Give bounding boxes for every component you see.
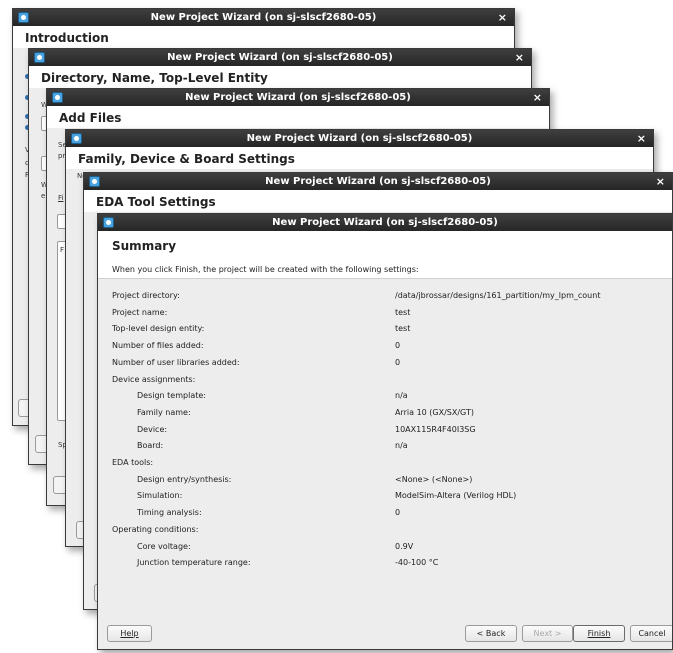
- summary-row-label: Simulation:: [137, 491, 183, 501]
- summary-intro: When you click Finish, the project will …: [112, 265, 419, 274]
- back-button[interactable]: < Back: [465, 625, 517, 642]
- summary-row: Operating conditions:: [112, 525, 652, 540]
- summary-row: Junction temperature range: -40-100 °C: [112, 558, 652, 573]
- close-icon[interactable]: ×: [637, 130, 646, 147]
- window-title: New Project Wizard (on sj-slscf2680-05): [185, 92, 411, 103]
- page-title: Summary: [112, 239, 177, 253]
- wizard-window-summary: New Project Wizard (on sj-slscf2680-05) …: [97, 213, 673, 650]
- back-button-label: < Back: [476, 629, 506, 638]
- summary-row: Timing analysis: 0: [112, 508, 652, 523]
- window-titlebar[interactable]: New Project Wizard (on sj-slscf2680-05) …: [47, 89, 549, 106]
- window-title: New Project Wizard (on sj-slscf2680-05): [150, 12, 377, 23]
- window-title: New Project Wizard (on sj-slscf2680-05): [246, 133, 473, 144]
- app-icon: [103, 217, 114, 228]
- summary-row-value: 0: [395, 341, 401, 351]
- next-button[interactable]: Next >: [522, 625, 573, 642]
- summary-row: Project name: test: [112, 308, 652, 323]
- page-heading: Add Files: [47, 106, 549, 128]
- summary-row-label: Project name:: [112, 307, 168, 317]
- summary-row-label: Project directory:: [112, 291, 180, 300]
- summary-row: Simulation: ModelSim-Altera (Verilog HDL): [112, 491, 652, 506]
- summary-row: EDA tools:: [112, 458, 652, 473]
- summary-row: Number of files added: 0: [112, 341, 652, 356]
- cancel-button[interactable]: Cancel: [630, 625, 672, 642]
- window-title: New Project Wizard (on sj-slscf2680-05): [272, 217, 498, 228]
- summary-row-label: Family name:: [137, 407, 191, 417]
- summary-row-label: Top-level design entity:: [112, 324, 205, 334]
- peek-text: Fi: [58, 194, 64, 202]
- summary-row: Number of user libraries added: 0: [112, 358, 652, 373]
- summary-row-value: 0: [395, 357, 401, 367]
- summary-row-value: test: [395, 324, 411, 334]
- peek-text: e: [41, 192, 46, 200]
- close-icon[interactable]: ×: [656, 173, 665, 190]
- summary-row-value: Arria 10 (GX/SX/GT): [395, 407, 474, 417]
- peek-text: F: [60, 246, 65, 254]
- summary-row-label: Junction temperature range:: [137, 558, 251, 568]
- summary-row-label: Device:: [137, 424, 168, 434]
- window-titlebar[interactable]: New Project Wizard (on sj-slscf2680-05): [98, 214, 672, 231]
- page-heading: Introduction: [13, 26, 514, 48]
- summary-row-value: 0.9V: [395, 541, 414, 551]
- summary-row-label: EDA tools:: [112, 458, 154, 467]
- summary-row: Design template: n/a: [112, 391, 652, 406]
- summary-row-label: Timing analysis:: [137, 508, 202, 518]
- window-titlebar[interactable]: New Project Wizard (on sj-slscf2680-05) …: [84, 173, 672, 190]
- page-heading: EDA Tool Settings: [84, 190, 672, 212]
- finish-button[interactable]: Finish: [573, 625, 625, 642]
- summary-row-value: test: [395, 307, 411, 317]
- summary-row-label: Design template:: [137, 391, 206, 401]
- window-title: New Project Wizard (on sj-slscf2680-05): [167, 52, 393, 63]
- help-button[interactable]: Help: [107, 625, 152, 642]
- help-button-label: Help: [120, 629, 139, 638]
- summary-row-label: Board:: [137, 441, 164, 451]
- summary-row-value: n/a: [395, 391, 408, 401]
- summary-row: Design entry/synthesis: <None> (<None>): [112, 475, 652, 490]
- next-button-label: Next >: [533, 629, 562, 638]
- close-icon[interactable]: ×: [515, 49, 524, 66]
- summary-row: Board: n/a: [112, 441, 652, 456]
- window-titlebar[interactable]: New Project Wizard (on sj-slscf2680-05) …: [13, 9, 514, 26]
- summary-row: Family name: Arria 10 (GX/SX/GT): [112, 408, 652, 423]
- app-icon: [18, 12, 29, 23]
- summary-row-label: Design entry/synthesis:: [137, 474, 232, 484]
- summary-row: Project directory: /data/jbrossar/designs…: [112, 291, 652, 306]
- summary-row-value: ModelSim-Altera (Verilog HDL): [395, 491, 517, 501]
- summary-row: Core voltage: 0.9V: [112, 542, 652, 557]
- summary-row: Device: 10AX115R4F40I3SG: [112, 425, 652, 440]
- summary-row: Top-level design entity: test: [112, 324, 652, 339]
- summary-row-label: Operating conditions:: [112, 524, 199, 534]
- summary-row-label: Core voltage:: [137, 541, 191, 551]
- summary-row-label: Number of files added:: [112, 341, 204, 351]
- summary-row-value: /data/jbrossar/designs/161_partition/my_…: [395, 291, 601, 300]
- summary-row-value: <None> (<None>): [395, 474, 473, 484]
- app-icon: [71, 133, 82, 144]
- window-titlebar[interactable]: New Project Wizard (on sj-slscf2680-05) …: [66, 130, 653, 147]
- app-icon: [34, 52, 45, 63]
- close-icon[interactable]: ×: [533, 89, 542, 106]
- summary-row-value: n/a: [395, 441, 408, 451]
- window-titlebar[interactable]: New Project Wizard (on sj-slscf2680-05) …: [29, 49, 531, 66]
- app-icon: [89, 176, 100, 187]
- summary-row-value: -40-100 °C: [395, 558, 439, 568]
- page-heading: Family, Device & Board Settings: [66, 147, 653, 169]
- close-icon[interactable]: ×: [498, 9, 507, 26]
- app-icon: [52, 92, 63, 103]
- summary-row-value: 0: [395, 508, 401, 518]
- summary-row-label: Number of user libraries added:: [112, 357, 240, 367]
- cancel-button-label: Cancel: [638, 629, 666, 638]
- summary-row-value: 10AX115R4F40I3SG: [395, 424, 476, 434]
- summary-row-label: Device assignments:: [112, 374, 196, 384]
- page-heading: Directory, Name, Top-Level Entity: [29, 66, 531, 88]
- summary-row: Device assignments:: [112, 375, 652, 390]
- finish-button-label: Finish: [587, 629, 611, 638]
- window-title: New Project Wizard (on sj-slscf2680-05): [265, 176, 491, 187]
